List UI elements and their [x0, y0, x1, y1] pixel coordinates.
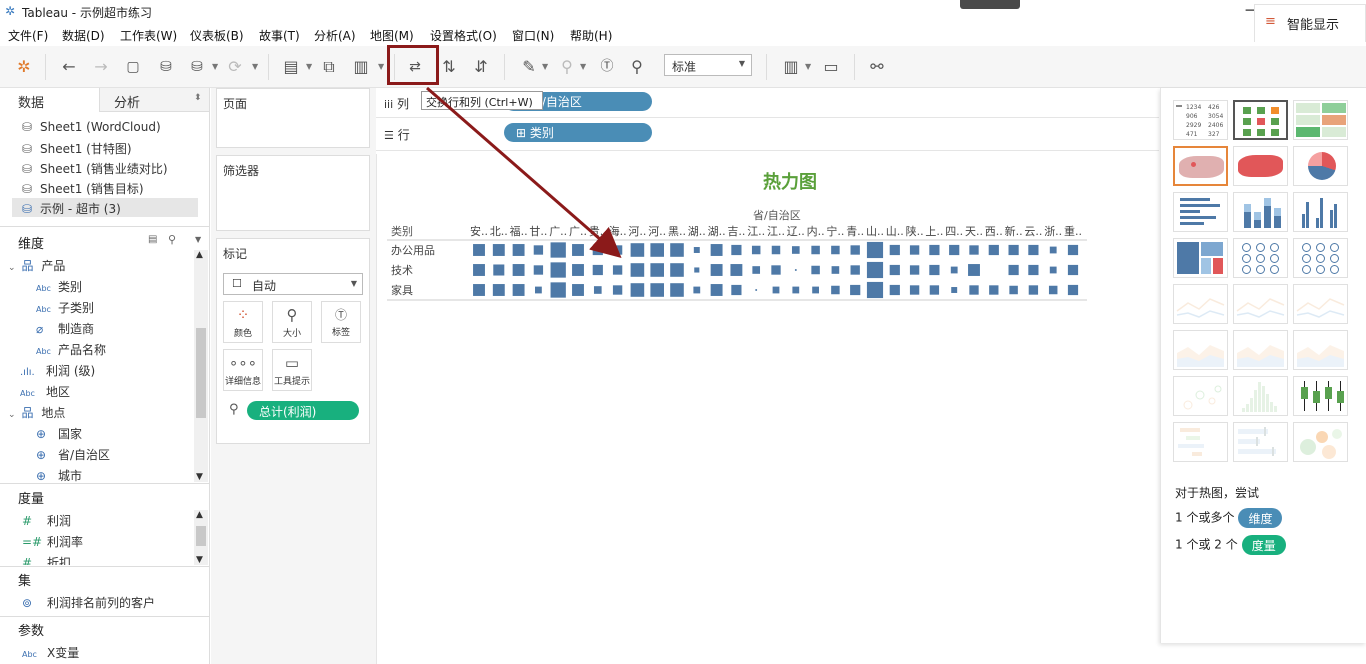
thumb-cell-text: 906: [1186, 113, 1198, 120]
thumb-dual-line[interactable]: [1293, 284, 1348, 324]
thumb-histogram[interactable]: [1233, 376, 1288, 416]
hint-dimension: 1 个或多个 维度: [1175, 508, 1283, 528]
thumb-cell-text: 3054: [1208, 113, 1224, 120]
thumb-horizontal-bar[interactable]: [1173, 192, 1228, 232]
thumb-text-table[interactable]: 1234 426 906 3054 2929 2406 471 327: [1173, 100, 1228, 140]
thumb-packed-bubbles[interactable]: [1293, 422, 1348, 462]
thumb-box-whisker[interactable]: [1293, 376, 1348, 416]
thumb-circle-view[interactable]: [1233, 238, 1288, 278]
thumb-side-by-side-circles[interactable]: [1293, 238, 1348, 278]
thumb-dual-combination[interactable]: [1293, 330, 1348, 370]
thumb-heat-map[interactable]: [1233, 100, 1288, 140]
thumb-cell-text: 327: [1208, 131, 1220, 138]
thumb-area-discrete[interactable]: [1233, 330, 1288, 370]
thumb-line-discrete[interactable]: [1233, 284, 1288, 324]
thumb-cell-text: 426: [1208, 104, 1220, 111]
thumb-side-by-side-bar[interactable]: [1293, 192, 1348, 232]
hint-measure-pill: 度量: [1241, 535, 1286, 555]
thumb-gantt[interactable]: [1173, 422, 1228, 462]
thumb-filled-map[interactable]: [1233, 146, 1288, 186]
thumb-bullet-graph[interactable]: [1233, 422, 1288, 462]
hint-dimension-pill: 维度: [1238, 508, 1283, 528]
thumb-cell-text: 2929: [1186, 122, 1202, 129]
thumb-stacked-bar[interactable]: [1233, 192, 1288, 232]
thumb-cell-text: 1234: [1186, 104, 1202, 111]
thumb-treemap[interactable]: [1173, 238, 1228, 278]
thumb-cell-text: 2406: [1208, 122, 1224, 129]
hint-title: 对于热图，尝试: [1175, 486, 1260, 500]
thumb-area-continuous[interactable]: [1173, 330, 1228, 370]
thumb-line-continuous[interactable]: [1173, 284, 1228, 324]
thumb-scatter-plot[interactable]: [1173, 376, 1228, 416]
thumb-symbol-map[interactable]: [1173, 146, 1228, 186]
thumb-highlight-table[interactable]: [1293, 100, 1348, 140]
hint-measure: 1 个或 2 个度量: [1175, 535, 1286, 555]
showme-panel: 1234 426 906 3054 2929 2406 471 327 对于热图，尝试 1 个…: [1160, 88, 1366, 643]
thumb-pie-chart[interactable]: [1293, 146, 1348, 186]
thumb-cell-text: 471: [1186, 131, 1198, 138]
